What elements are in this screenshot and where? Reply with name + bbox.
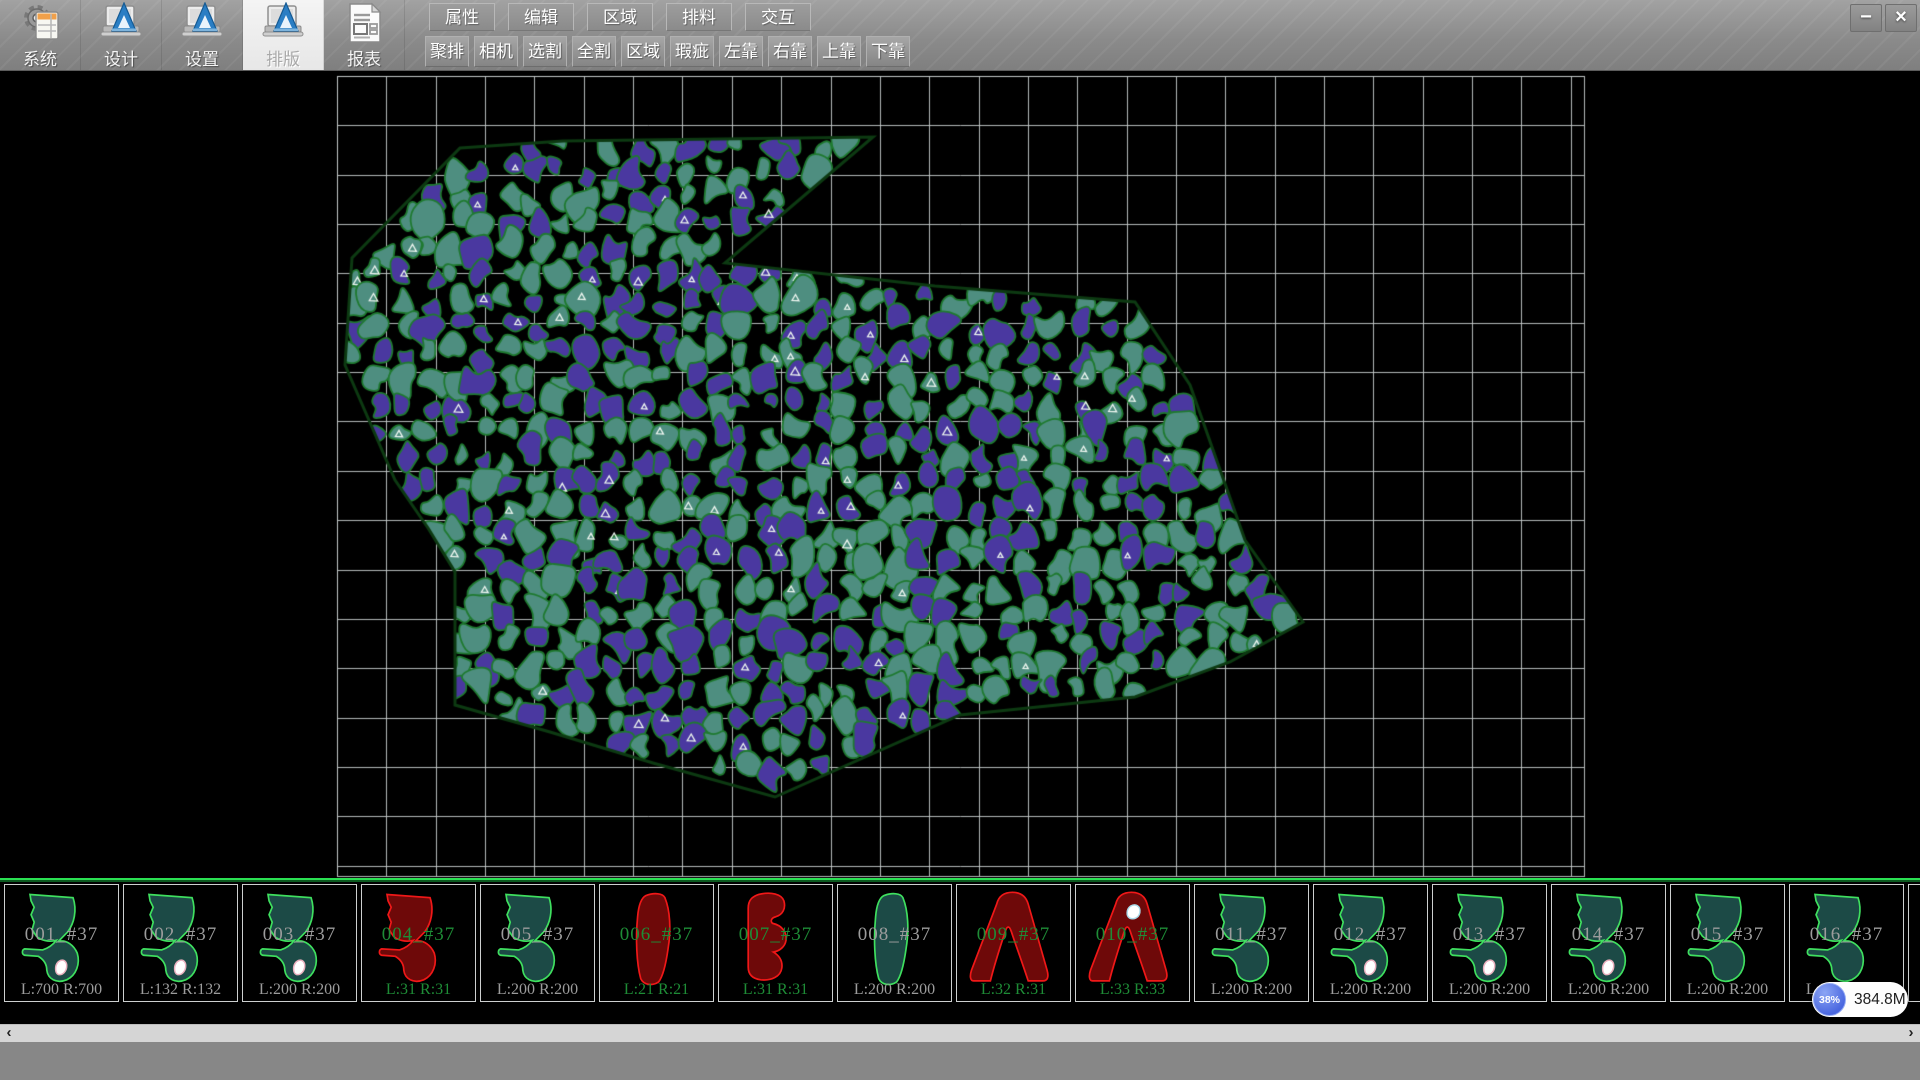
nesting-icon: [261, 2, 305, 46]
part-name: 008_#37: [838, 924, 951, 946]
close-button[interactable]: ×: [1885, 4, 1917, 32]
part-name: 007_#37: [719, 924, 832, 946]
part-counts: L:200 R:200: [1552, 981, 1665, 999]
part-name: 012_#37: [1314, 924, 1427, 946]
toolbar-button[interactable]: 全割: [572, 36, 616, 67]
part-counts: L:32 R:31: [957, 981, 1070, 999]
mode-tab-label: 设置: [185, 45, 219, 70]
toolbar-button[interactable]: 瑕疵: [670, 36, 714, 67]
part-thumbnail[interactable]: 017_#37 L:200 R:200: [1908, 884, 1920, 1002]
menu-button[interactable]: 区域: [587, 3, 653, 31]
menu-row: 属性 编辑 区域 排料 交互: [429, 3, 811, 31]
report-icon: [342, 2, 386, 46]
part-thumbnail[interactable]: 002_#37 L:132 R:132: [123, 884, 238, 1002]
toolbar-button[interactable]: 上靠: [817, 36, 861, 67]
part-counts: L:200 R:200: [1671, 981, 1784, 999]
toolbar-button[interactable]: 左靠: [719, 36, 763, 67]
part-name: 004_#37: [362, 924, 475, 946]
part-thumbnail[interactable]: 003_#37 L:200 R:200: [242, 884, 357, 1002]
part-name: 009_#37: [957, 924, 1070, 946]
part-counts: L:132 R:132: [124, 981, 237, 999]
part-thumbnail[interactable]: 004_#37 L:31 R:31: [361, 884, 476, 1002]
title-bar: 系统 设计: [0, 0, 1920, 71]
toolbar-button[interactable]: 下靠: [866, 36, 910, 67]
part-thumbnail[interactable]: 011_#37 L:200 R:200: [1194, 884, 1309, 1002]
scroll-left-arrow-icon[interactable]: ‹: [0, 1025, 18, 1042]
part-thumbnail-list: 001_#37 L:700 R:700 002_#37 L:132 R:132 003_…: [0, 884, 1920, 1002]
toolbar-button[interactable]: 选割: [523, 36, 567, 67]
toolbar-button[interactable]: 相机: [474, 36, 518, 67]
mode-tab-label: 设计: [104, 45, 138, 70]
horizontal-scrollbar[interactable]: ‹ ›: [0, 1024, 1920, 1042]
part-counts: L:200 R:200: [1433, 981, 1546, 999]
mode-tab-label: 系统: [23, 45, 57, 70]
window-controls: − ×: [1850, 4, 1917, 32]
part-name: 001_#37: [5, 924, 118, 946]
part-name: 006_#37: [600, 924, 713, 946]
part-counts: L:200 R:200: [1195, 981, 1308, 999]
part-name: 014_#37: [1552, 924, 1665, 946]
part-thumbnail[interactable]: 006_#37 L:21 R:21: [599, 884, 714, 1002]
toolbar-button[interactable]: 聚排: [425, 36, 469, 67]
minimize-button[interactable]: −: [1850, 4, 1882, 32]
mode-tab-label: 报表: [347, 45, 381, 70]
part-thumbnail[interactable]: 014_#37 L:200 R:200: [1551, 884, 1666, 1002]
part-name: 011_#37: [1195, 924, 1308, 946]
part-thumbnail[interactable]: 008_#37 L:200 R:200: [837, 884, 952, 1002]
part-thumbnail[interactable]: 009_#37 L:32 R:31: [956, 884, 1071, 1002]
part-name: 017_#37: [1909, 924, 1920, 946]
part-counts: L:200 R:200: [1909, 981, 1920, 999]
part-counts: L:31 R:31: [719, 981, 832, 999]
scroll-right-arrow-icon[interactable]: ›: [1902, 1025, 1920, 1042]
part-name: 015_#37: [1671, 924, 1784, 946]
menu-button[interactable]: 排料: [666, 3, 732, 31]
part-counts: L:200 R:200: [838, 981, 951, 999]
part-name: 005_#37: [481, 924, 594, 946]
part-name: 013_#37: [1433, 924, 1546, 946]
menu-button[interactable]: 交互: [745, 3, 811, 31]
toolbar-button[interactable]: 右靠: [768, 36, 812, 67]
mode-tab[interactable]: 设计: [81, 0, 162, 70]
part-counts: L:200 R:200: [481, 981, 594, 999]
system-icon: [18, 2, 62, 46]
menu-button[interactable]: 编辑: [508, 3, 574, 31]
part-counts: L:700 R:700: [5, 981, 118, 999]
settings-icon: [180, 2, 224, 46]
status-footer: [0, 1042, 1920, 1080]
memory-status-widget[interactable]: 38% 384.8M: [1812, 982, 1908, 1017]
part-thumbnail[interactable]: 005_#37 L:200 R:200: [480, 884, 595, 1002]
part-thumbnail[interactable]: 007_#37 L:31 R:31: [718, 884, 833, 1002]
part-thumbnail[interactable]: 010_#37 L:33 R:33: [1075, 884, 1190, 1002]
part-counts: L:21 R:21: [600, 981, 713, 999]
mode-tab[interactable]: 报表: [324, 0, 405, 70]
mode-tab[interactable]: 排版: [243, 0, 324, 70]
mode-tab-label: 排版: [266, 45, 300, 70]
menu-button[interactable]: 属性: [429, 3, 495, 31]
percent-ball: 38%: [1813, 983, 1846, 1016]
part-counts: L:200 R:200: [1314, 981, 1427, 999]
part-thumbnail[interactable]: 001_#37 L:700 R:700: [4, 884, 119, 1002]
part-thumbnail[interactable]: 015_#37 L:200 R:200: [1670, 884, 1785, 1002]
toolbar-button[interactable]: 区域: [621, 36, 665, 67]
mode-tab[interactable]: 设置: [162, 0, 243, 70]
design-icon: [99, 2, 143, 46]
mode-tab[interactable]: 系统: [0, 0, 81, 70]
mode-tabs: 系统 设计: [0, 0, 405, 70]
part-thumbnail[interactable]: 013_#37 L:200 R:200: [1432, 884, 1547, 1002]
part-name: 010_#37: [1076, 924, 1189, 946]
part-name: 002_#37: [124, 924, 237, 946]
parts-strip: 001_#37 L:700 R:700 002_#37 L:132 R:132 003_…: [0, 878, 1920, 1026]
part-counts: L:31 R:31: [362, 981, 475, 999]
part-thumbnail[interactable]: 012_#37 L:200 R:200: [1313, 884, 1428, 1002]
app-window: 系统 设计: [0, 0, 1920, 1080]
memory-value: 384.8M: [1854, 982, 1906, 1017]
toolbar-row: 聚排 相机 选割 全割 区域 瑕疵 左靠 右靠 上靠 下靠: [425, 36, 910, 67]
part-name: 003_#37: [243, 924, 356, 946]
part-counts: L:200 R:200: [243, 981, 356, 999]
part-counts: L:33 R:33: [1076, 981, 1189, 999]
part-name: 016_#37: [1790, 924, 1903, 946]
